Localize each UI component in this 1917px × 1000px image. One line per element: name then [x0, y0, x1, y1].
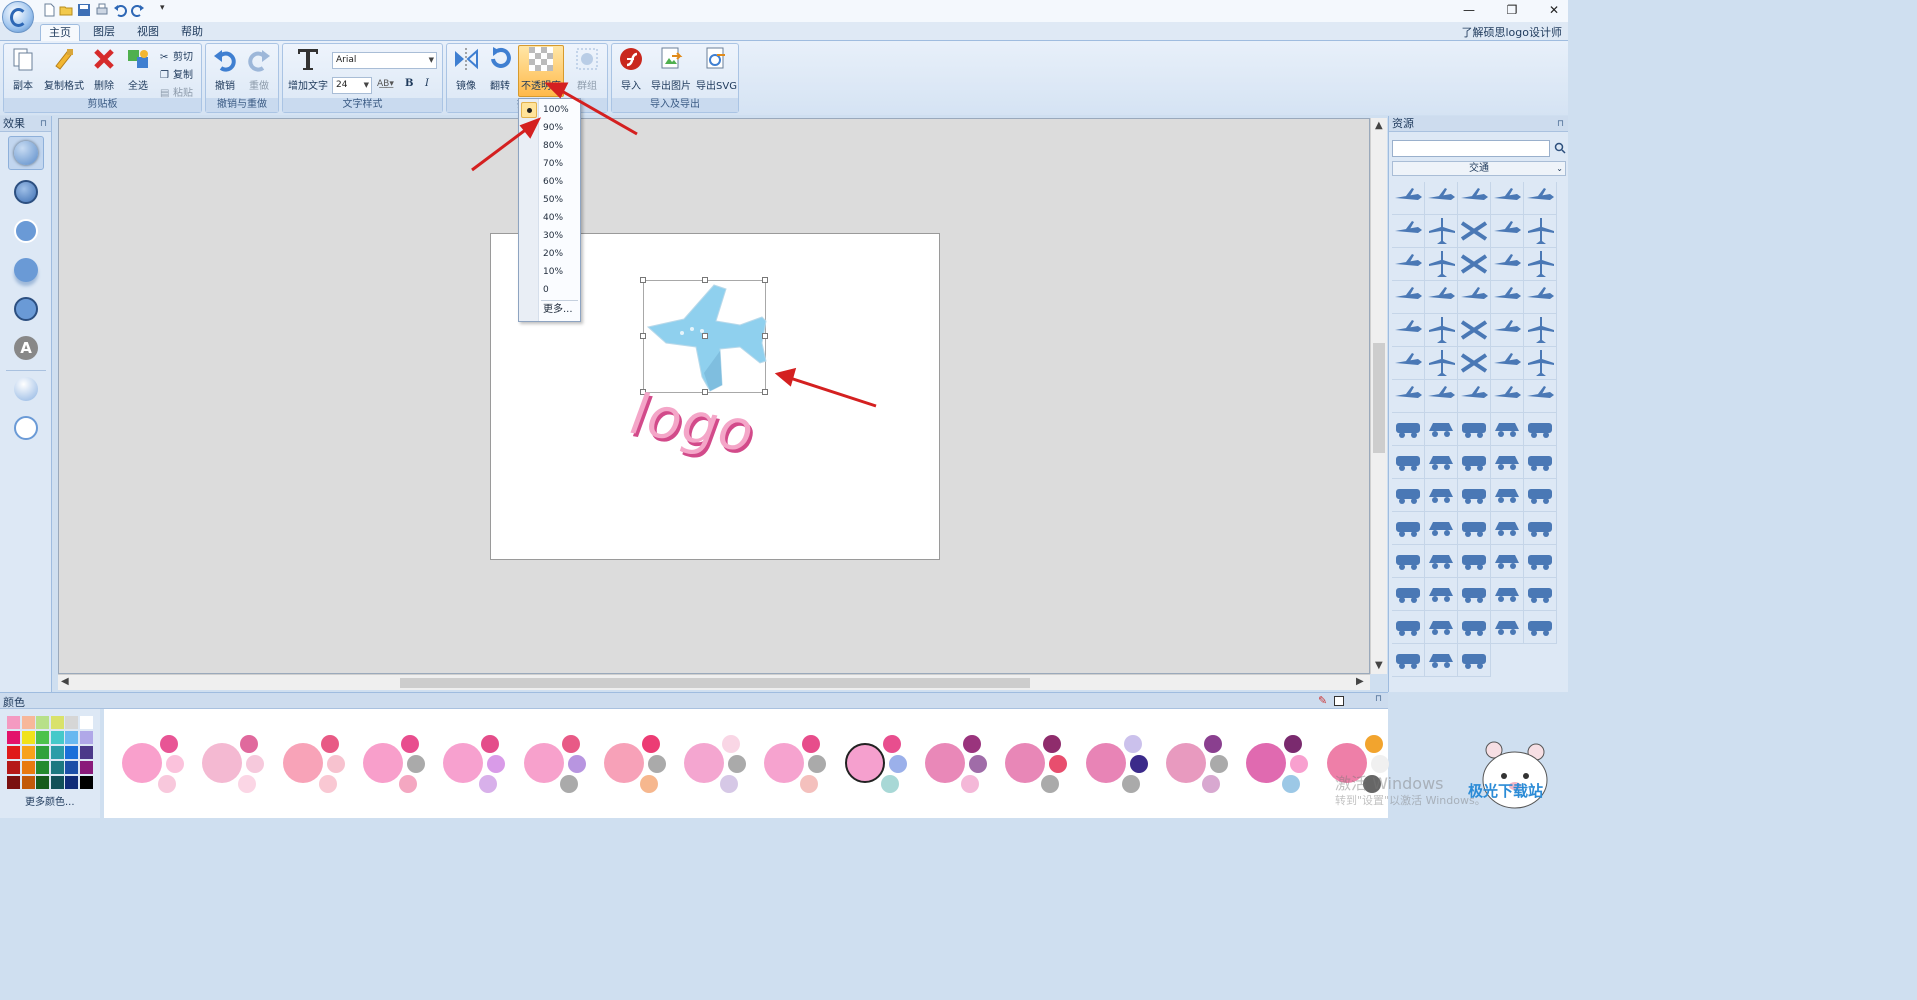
annotation-arrows	[471, 82, 877, 408]
